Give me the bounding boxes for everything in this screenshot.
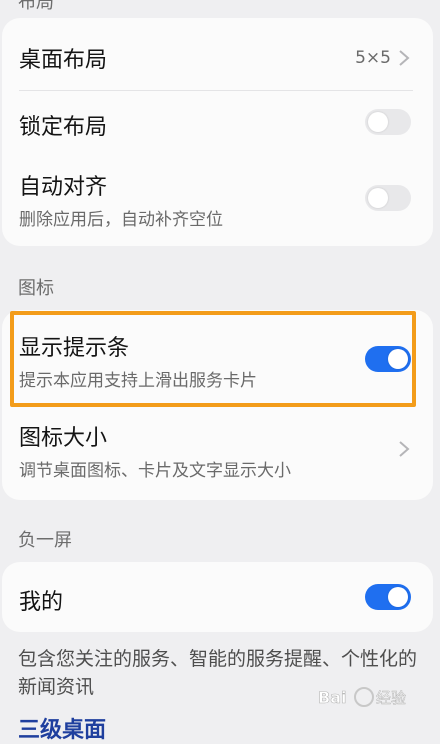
icon-size-label: 图标大小 bbox=[19, 426, 108, 451]
section-title-icons: 图标 bbox=[18, 278, 54, 299]
lock-layout-toggle[interactable] bbox=[365, 109, 411, 135]
section-title-layout: 布局 bbox=[18, 0, 54, 13]
desktop-layout-row[interactable]: 桌面布局 5×5 bbox=[2, 18, 433, 92]
mine-toggle[interactable] bbox=[365, 584, 411, 610]
mine-row[interactable]: 我的 bbox=[2, 562, 433, 632]
section-title-minus-one: 负一屏 bbox=[18, 530, 72, 551]
lock-layout-row[interactable]: 锁定布局 bbox=[2, 91, 433, 155]
chevron-right-icon bbox=[399, 50, 410, 66]
svg-text:Bai: Bai bbox=[318, 688, 346, 707]
highlight-box bbox=[10, 311, 416, 407]
chevron-right-icon bbox=[399, 441, 410, 457]
baidu-watermark-logo: Bai 经验 bbox=[318, 687, 406, 707]
icon-size-subtitle: 调节桌面图标、卡片及文字显示大小 bbox=[19, 461, 291, 481]
toggle-knob bbox=[368, 188, 388, 208]
desktop-layout-value: 5×5 bbox=[355, 48, 391, 68]
desktop-layout-label: 桌面布局 bbox=[19, 48, 108, 73]
lock-layout-label: 锁定布局 bbox=[19, 115, 108, 140]
layout-card: 桌面布局 5×5 锁定布局 自动对齐 删除应用后，自动补齐空位 bbox=[2, 18, 433, 246]
auto-align-label: 自动对齐 bbox=[19, 175, 108, 200]
auto-align-subtitle: 删除应用后，自动补齐空位 bbox=[19, 210, 223, 230]
toggle-knob bbox=[388, 587, 408, 607]
minus-one-card: 我的 bbox=[2, 562, 433, 632]
auto-align-row[interactable]: 自动对齐 删除应用后，自动补齐空位 bbox=[2, 155, 433, 245]
next-section-peek: 三级桌面 bbox=[18, 718, 107, 743]
auto-align-toggle[interactable] bbox=[365, 185, 411, 211]
svg-text:经验: 经验 bbox=[376, 689, 406, 707]
icon-size-row[interactable]: 图标大小 调节桌面图标、卡片及文字显示大小 bbox=[2, 406, 433, 500]
mine-label: 我的 bbox=[19, 590, 64, 615]
toggle-knob bbox=[368, 112, 388, 132]
